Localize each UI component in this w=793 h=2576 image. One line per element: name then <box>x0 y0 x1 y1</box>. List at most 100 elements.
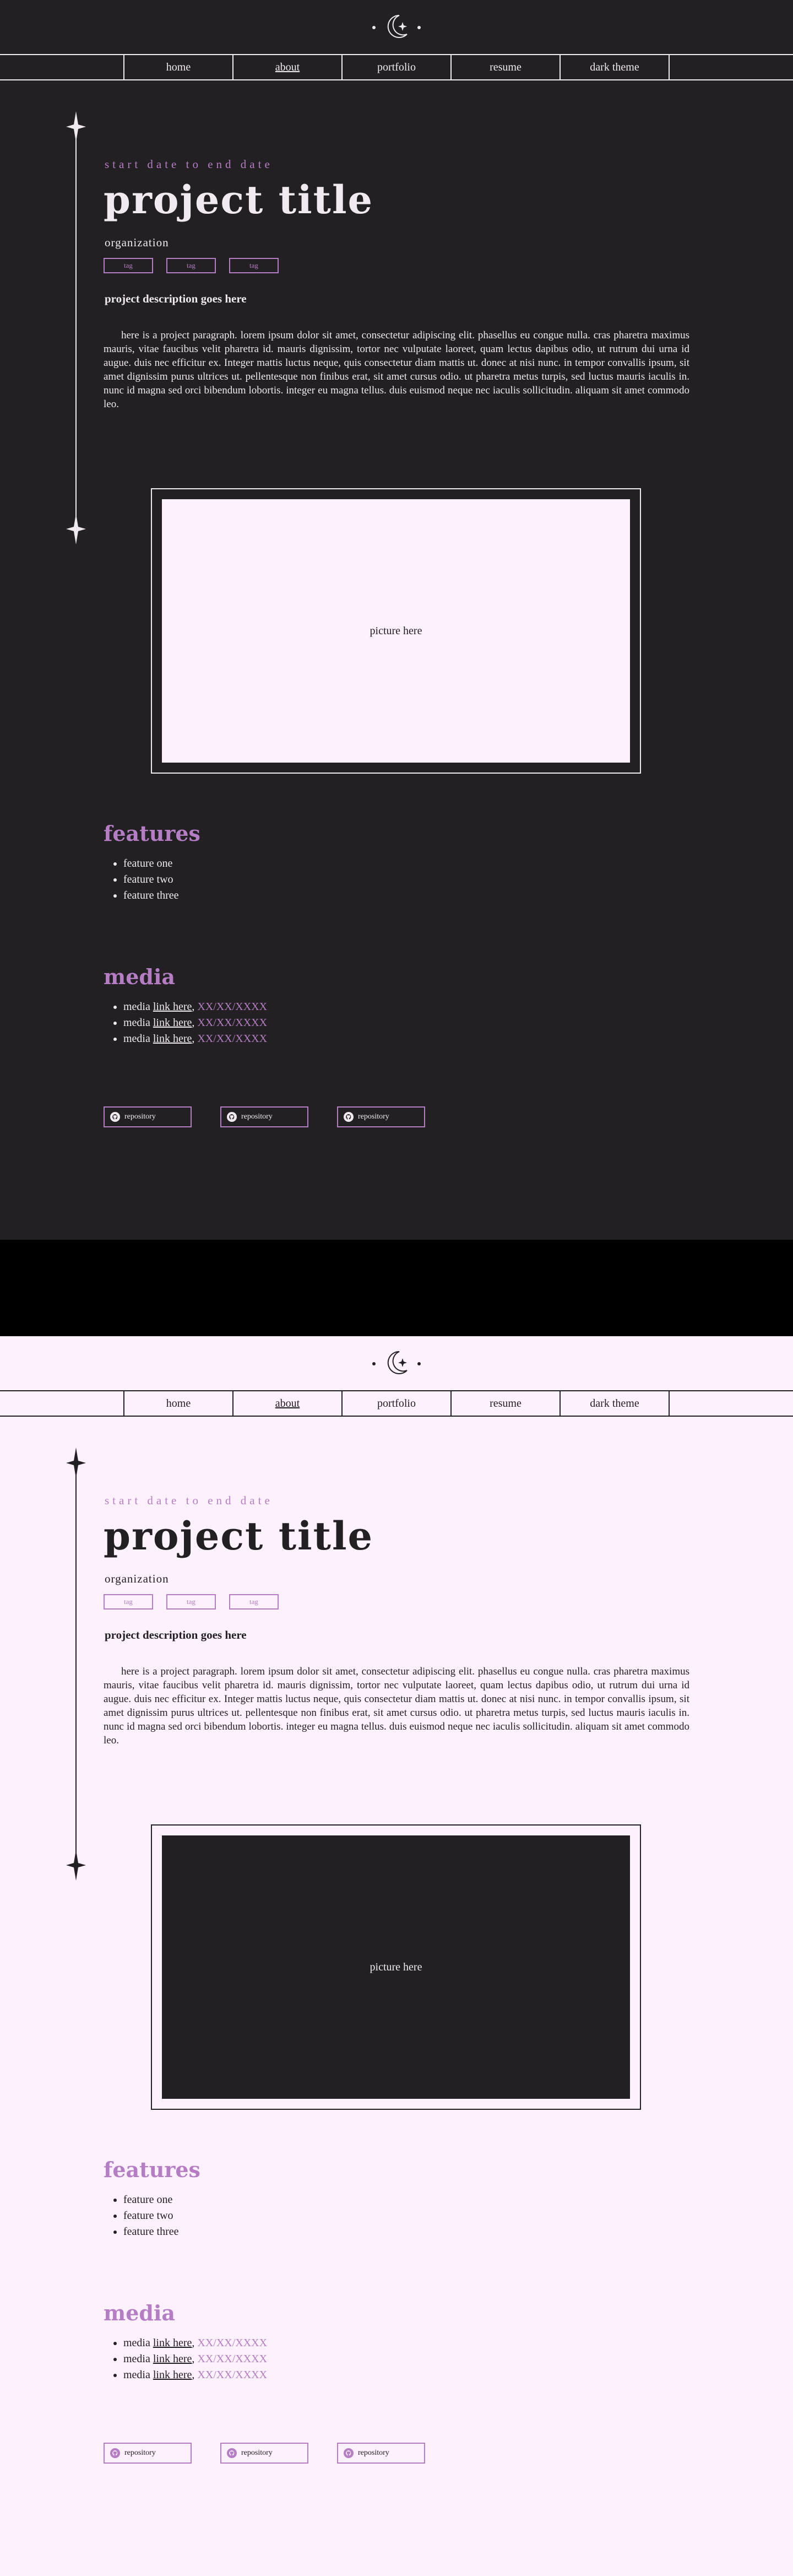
main-nav: home about portfolio resume dark theme <box>0 1390 793 1417</box>
media-separator: , <box>192 1017 198 1029</box>
feature-item: feature three <box>123 888 178 904</box>
picture-frame: picture here <box>151 1824 641 2110</box>
feature-item: feature one <box>123 2192 178 2208</box>
project-description-title: project description goes here <box>105 1628 247 1641</box>
media-separator: , <box>192 2353 198 2365</box>
github-icon <box>344 2448 354 2458</box>
repository-buttons: repository repository repository <box>104 2443 425 2464</box>
feature-item: feature three <box>123 2224 178 2240</box>
repository-buttons: repository repository repository <box>104 1106 425 1127</box>
media-link[interactable]: link here <box>153 2369 192 2381</box>
repository-button[interactable]: repository <box>220 1106 308 1127</box>
repository-button[interactable]: repository <box>220 2443 308 2464</box>
repository-label: repository <box>124 2449 156 2457</box>
media-date: XX/XX/XXXX <box>197 1001 268 1013</box>
repository-button[interactable]: repository <box>104 1106 192 1127</box>
logo[interactable] <box>0 11 793 44</box>
tag-list: tag tag tag <box>104 1594 279 1610</box>
nav-items: home about portfolio resume dark theme <box>123 55 670 79</box>
main-nav: home about portfolio resume dark theme <box>0 54 793 80</box>
light-theme-page: home about portfolio resume dark theme start… <box>0 1336 793 2576</box>
media-separator: , <box>192 2369 198 2381</box>
media-link[interactable]: link here <box>153 1001 192 1013</box>
nav-item-label: resume <box>490 61 522 73</box>
media-title: media <box>104 964 176 989</box>
nav-item-label: about <box>275 1397 300 1409</box>
media-date: XX/XX/XXXX <box>197 2353 268 2365</box>
repository-label: repository <box>358 2449 389 2457</box>
media-link[interactable]: link here <box>153 2353 192 2365</box>
media-item: media link here, XX/XX/XXXX <box>123 1015 267 1031</box>
media-label: media <box>123 2353 153 2365</box>
media-item: media link here, XX/XX/XXXX <box>123 999 267 1015</box>
dark-theme-page: home about portfolio resume dark theme start… <box>0 0 793 1240</box>
tag-badge[interactable]: tag <box>229 258 279 273</box>
nav-item-about[interactable]: about <box>233 1391 343 1416</box>
github-icon <box>344 1112 354 1122</box>
media-list: media link here, XX/XX/XXXXmedia link he… <box>110 999 267 1047</box>
media-label: media <box>123 1017 153 1029</box>
nav-item-label: home <box>166 61 191 73</box>
picture-placeholder: picture here <box>162 499 630 763</box>
media-link[interactable]: link here <box>153 1033 192 1045</box>
picture-label: picture here <box>370 624 422 637</box>
project-date: start date to end date <box>105 1494 273 1507</box>
nav-item-home[interactable]: home <box>124 55 233 79</box>
repository-label: repository <box>241 1113 273 1121</box>
nav-item-label: portfolio <box>377 1397 416 1409</box>
media-list: media link here, XX/XX/XXXXmedia link he… <box>110 2335 267 2383</box>
tag-badge[interactable]: tag <box>166 258 216 273</box>
nav-item-label: portfolio <box>377 61 416 73</box>
project-date: start date to end date <box>105 158 273 171</box>
repository-label: repository <box>241 2449 273 2457</box>
features-title: features <box>104 821 200 846</box>
nav-item-label: resume <box>490 1397 522 1409</box>
nav-item-portfolio[interactable]: portfolio <box>343 1391 452 1416</box>
media-label: media <box>123 2337 153 2349</box>
nav-item-label: home <box>166 1397 191 1409</box>
nav-item-resume[interactable]: resume <box>452 1391 561 1416</box>
repository-label: repository <box>358 1113 389 1121</box>
media-item: media link here, XX/XX/XXXX <box>123 2351 267 2367</box>
nav-item-portfolio[interactable]: portfolio <box>343 55 452 79</box>
repository-button[interactable]: repository <box>104 2443 192 2464</box>
nav-item-resume[interactable]: resume <box>452 55 561 79</box>
logo[interactable] <box>0 1347 793 1380</box>
media-item: media link here, XX/XX/XXXX <box>123 2367 267 2383</box>
project-description-title: project description goes here <box>105 292 247 305</box>
tag-badge[interactable]: tag <box>104 1594 153 1610</box>
features-title: features <box>104 2157 200 2182</box>
github-icon <box>227 1112 237 1122</box>
nav-item-dark-theme[interactable]: dark theme <box>561 55 670 79</box>
nav-item-label: dark theme <box>590 1397 639 1409</box>
nav-item-label: about <box>275 61 300 73</box>
nav-item-dark-theme[interactable]: dark theme <box>561 1391 670 1416</box>
media-link[interactable]: link here <box>153 1017 192 1029</box>
tag-badge[interactable]: tag <box>166 1594 216 1610</box>
picture-placeholder: picture here <box>162 1835 630 2099</box>
project-organization: organization <box>105 236 169 249</box>
features-list: feature onefeature twofeature three <box>110 856 178 904</box>
project-organization: organization <box>105 1572 169 1585</box>
features-list: feature onefeature twofeature three <box>110 2192 178 2240</box>
repository-button[interactable]: repository <box>337 1106 425 1127</box>
repository-button[interactable]: repository <box>337 2443 425 2464</box>
media-item: media link here, XX/XX/XXXX <box>123 1031 267 1047</box>
media-label: media <box>123 1001 153 1013</box>
nav-items: home about portfolio resume dark theme <box>123 1391 670 1416</box>
nav-item-home[interactable]: home <box>124 1391 233 1416</box>
nav-item-label: dark theme <box>590 61 639 73</box>
tag-badge[interactable]: tag <box>229 1594 279 1610</box>
media-link[interactable]: link here <box>153 2337 192 2349</box>
nav-item-about[interactable]: about <box>233 55 343 79</box>
media-date: XX/XX/XXXX <box>197 1017 268 1029</box>
feature-item: feature one <box>123 856 178 872</box>
media-item: media link here, XX/XX/XXXX <box>123 2335 267 2351</box>
feature-item: feature two <box>123 872 178 888</box>
media-label: media <box>123 1033 153 1045</box>
tag-badge[interactable]: tag <box>104 258 153 273</box>
sparkle-line-icon <box>66 111 86 544</box>
feature-item: feature two <box>123 2208 178 2224</box>
media-label: media <box>123 2369 153 2381</box>
media-date: XX/XX/XXXX <box>197 1033 268 1045</box>
